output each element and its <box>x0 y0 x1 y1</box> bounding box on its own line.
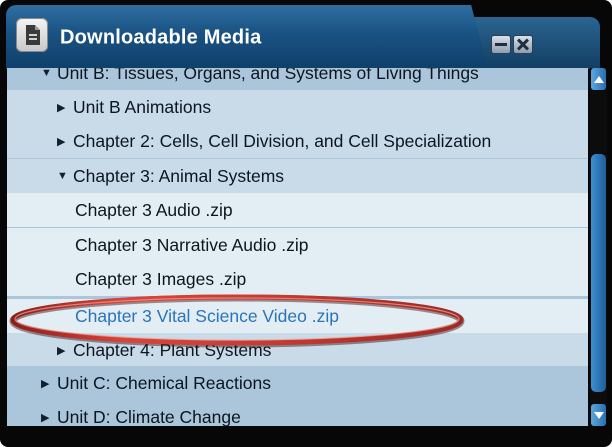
tree-item-label: Chapter 3 Vital Science Video .zip <box>75 305 339 326</box>
tree-item[interactable]: ▼ Chapter 3: Animal Systems <box>7 159 588 193</box>
file-item[interactable]: Chapter 3 Images .zip <box>7 262 588 296</box>
tree-item-label: Unit D: Climate Change <box>57 406 241 427</box>
expand-down-icon[interactable]: ▼ <box>41 68 53 79</box>
tree-item[interactable]: ▶ Unit C: Chemical Reactions <box>7 366 588 400</box>
expand-right-icon[interactable]: ▶ <box>57 344 69 357</box>
tree-item-label: Chapter 3 Images .zip <box>75 268 247 289</box>
tree-item-label: Chapter 3 Narrative Audio .zip <box>75 234 309 255</box>
scroll-up-arrow-icon[interactable] <box>591 68 606 90</box>
window-title: Downloadable Media <box>60 26 262 49</box>
file-item[interactable]: Chapter 3 Vital Science Video .zip <box>7 299 588 333</box>
scroll-down-arrow-icon[interactable] <box>591 404 606 426</box>
scroll-thumb[interactable] <box>591 154 606 392</box>
tree-item-label: Unit B Animations <box>73 96 212 117</box>
tree-item[interactable]: ▶ Unit B Animations <box>7 90 588 124</box>
file-item[interactable]: Chapter 3 Audio .zip <box>7 193 588 227</box>
expand-right-icon[interactable]: ▶ <box>57 135 69 148</box>
expand-right-icon[interactable]: ▶ <box>41 377 53 390</box>
tree-item-label: Chapter 3: Animal Systems <box>73 165 285 186</box>
tree-item[interactable]: ▶ Unit D: Climate Change <box>7 400 588 426</box>
expand-down-icon[interactable]: ▼ <box>57 170 69 182</box>
file-item[interactable]: Chapter 3 Narrative Audio .zip <box>7 228 588 262</box>
tree-item-label: Unit C: Chemical Reactions <box>57 372 271 393</box>
media-tree: ▼ Unit B: Tissues, Organs, and Systems of… <box>7 68 588 426</box>
tree-item-label: Chapter 3 Audio .zip <box>75 199 233 220</box>
expand-right-icon[interactable]: ▶ <box>41 411 53 424</box>
downloadable-media-panel: Downloadable Media ▼ Unit B: Tissues, Org… <box>0 0 612 447</box>
minimize-icon[interactable] <box>491 35 511 54</box>
tree-item[interactable]: ▶ Chapter 2: Cells, Cell Division, and Ce… <box>7 124 588 158</box>
expand-right-icon[interactable]: ▶ <box>57 101 69 114</box>
tree-item[interactable]: ▼ Unit B: Tissues, Organs, and Systems of… <box>7 68 588 90</box>
tree-item[interactable]: ▶ Chapter 4: Plant Systems <box>7 333 588 367</box>
tree-item-label: Chapter 4: Plant Systems <box>73 339 272 360</box>
tree-item-label: Chapter 2: Cells, Cell Division, and Cel… <box>73 130 492 151</box>
title-bar: Downloadable Media <box>6 5 606 69</box>
vertical-scrollbar[interactable] <box>590 68 607 426</box>
tree-item-label: Unit B: Tissues, Organs, and Systems of … <box>57 68 479 83</box>
close-icon[interactable] <box>513 35 533 54</box>
document-icon <box>16 18 48 52</box>
